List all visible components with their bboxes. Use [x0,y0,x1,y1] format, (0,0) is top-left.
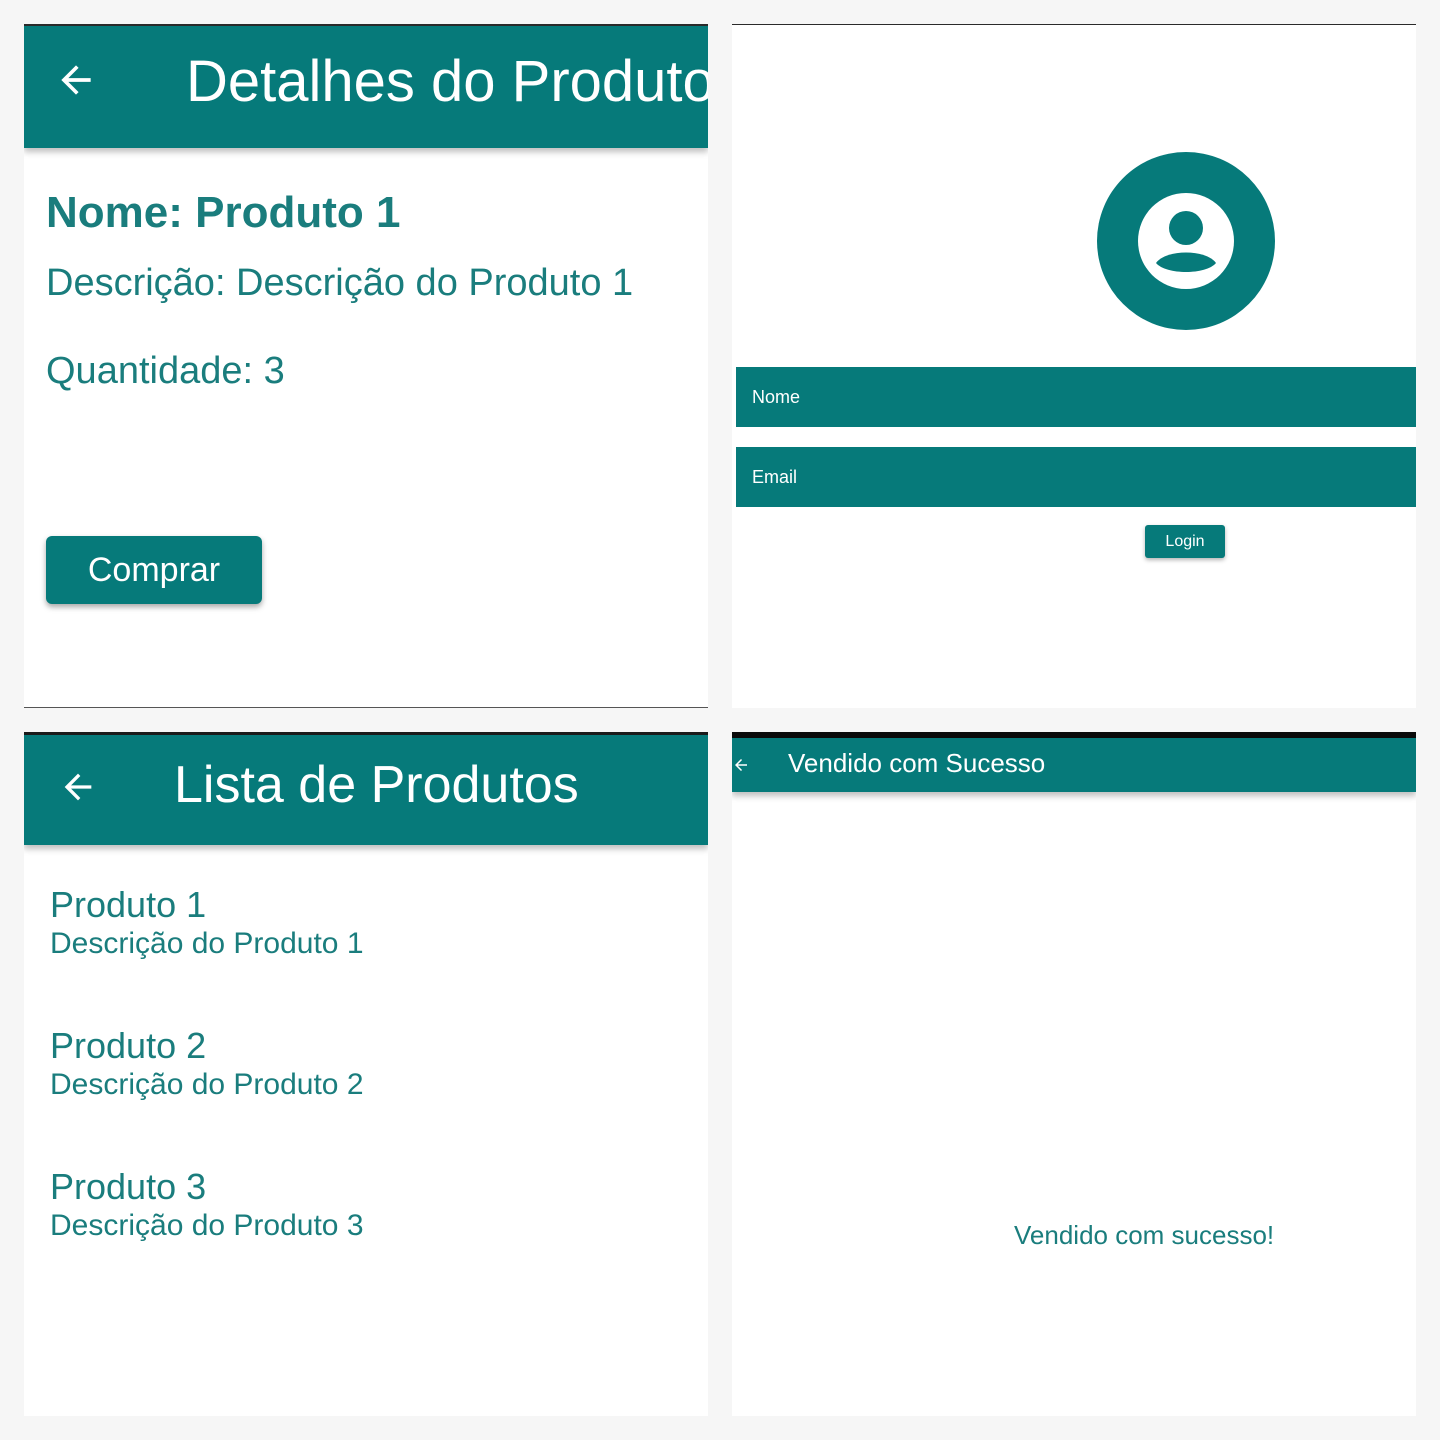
list-item-description: Descrição do Produto 2 [50,1068,364,1101]
page-title: Vendido com Sucesso [788,748,1046,778]
page-title: Lista de Produtos [174,756,579,814]
success-message: Vendido com sucesso! [1014,1220,1275,1250]
arrow-left-icon[interactable] [58,767,98,807]
sale-success-screen: Vendido com Sucesso Vendido com sucesso! [732,732,1416,1416]
product-list-appbar: Lista de Produtos [24,735,708,845]
name-field[interactable]: Nome [736,367,1416,427]
login-screen: Nome Email Login [732,24,1416,708]
product-name: Nome: Produto 1 [46,188,401,237]
list-item-title: Produto 1 [50,884,207,925]
sale-success-appbar: Vendido com Sucesso [732,738,1416,792]
page-title: Detalhes do Produto [186,49,708,114]
login-button[interactable]: Login [1145,525,1225,558]
arrow-left-icon[interactable] [54,58,98,102]
name-field-label: Nome [752,386,801,407]
list-item-description: Descrição do Produto 1 [50,927,364,960]
list-item[interactable]: Produto 1 Descrição do Produto 1 [50,885,364,963]
product-details-appbar: Detalhes do Produto [24,26,708,148]
email-field-label: Email [752,466,798,487]
email-field[interactable]: Email [736,447,1416,507]
list-item[interactable]: Produto 2 Descrição do Produto 2 [50,1026,364,1104]
product-quantity: Quantidade: 3 [46,350,285,392]
product-details-screen: Detalhes do Produto Nome: Produto 1 Desc… [24,24,708,708]
arrow-left-icon[interactable] [732,756,750,774]
product-description: Descrição: Descrição do Produto 1 [46,262,634,304]
list-item[interactable]: Produto 3 Descrição do Produto 3 [50,1167,364,1245]
buy-button[interactable]: Comprar [46,536,262,604]
list-item-title: Produto 3 [50,1166,207,1207]
list-item-description: Descrição do Produto 3 [50,1209,364,1242]
avatar [1097,152,1275,330]
account-circle-icon [1138,193,1234,289]
list-item-title: Produto 2 [50,1025,207,1066]
product-list-screen: Lista de Produtos Produto 1 Descrição do… [24,732,708,1416]
